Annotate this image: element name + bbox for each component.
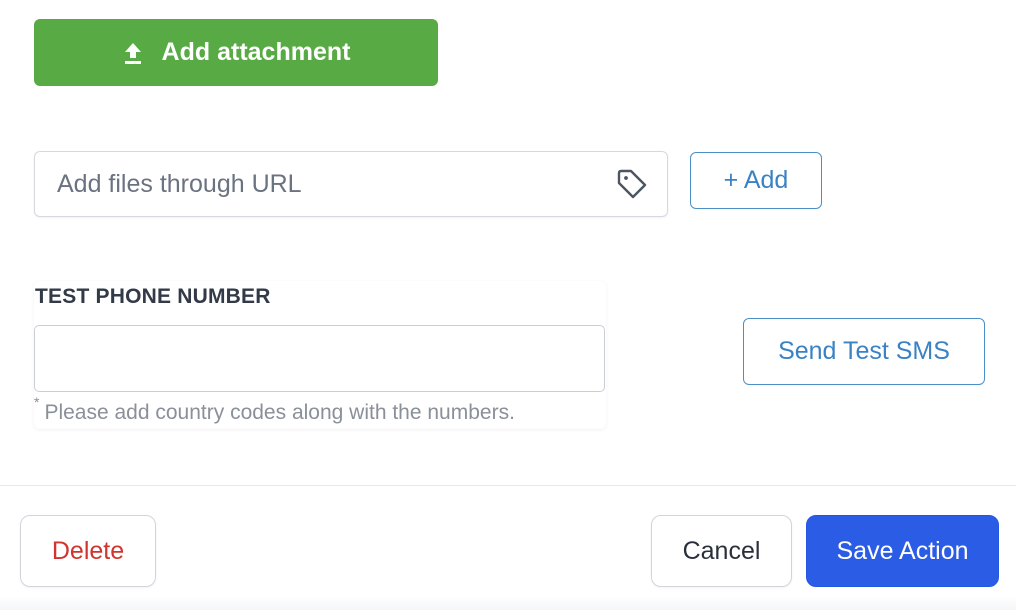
delete-button[interactable]: Delete [20, 515, 156, 587]
hint-text: Please add country codes along with the … [44, 401, 515, 424]
tag-icon[interactable] [615, 167, 649, 201]
send-test-sms-button[interactable]: Send Test SMS [743, 318, 985, 385]
add-attachment-label: Add attachment [161, 38, 351, 66]
test-phone-hint: * Please add country codes along with the… [34, 394, 515, 425]
test-phone-section: TEST PHONE NUMBER * Please add country co… [34, 281, 606, 429]
save-action-button[interactable]: Save Action [806, 515, 999, 587]
add-url-button[interactable]: + Add [690, 152, 822, 209]
sms-action-editor: Add attachment + Add TEST PHONE NUMBER *… [0, 0, 1016, 610]
test-phone-label: TEST PHONE NUMBER [35, 285, 271, 308]
bottom-shade [0, 596, 1016, 610]
hint-asterisk: * [34, 394, 40, 410]
footer-divider [0, 485, 1016, 486]
cancel-button[interactable]: Cancel [651, 515, 792, 587]
upload-icon [122, 41, 144, 65]
test-phone-input[interactable] [34, 325, 605, 392]
url-field [34, 151, 668, 217]
add-attachment-button[interactable]: Add attachment [34, 19, 438, 86]
url-input[interactable] [57, 169, 615, 199]
